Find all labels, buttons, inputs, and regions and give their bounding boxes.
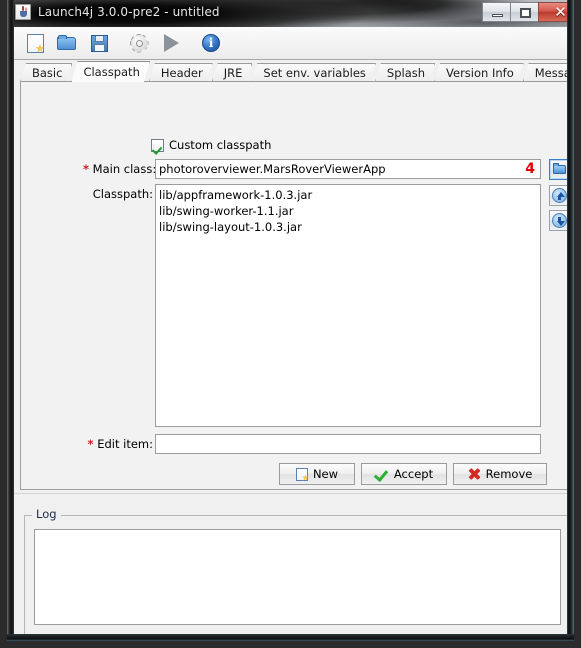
edit-item-input[interactable]	[155, 434, 541, 454]
tab-label: Messages	[534, 66, 579, 80]
edit-item-label: * Edit item:	[83, 437, 153, 451]
open-folder-icon	[57, 35, 77, 51]
maximize-button[interactable]	[510, 2, 539, 22]
close-icon: ✕	[554, 3, 567, 21]
custom-classpath-label: Custom classpath	[169, 138, 272, 152]
required-marker: *	[87, 437, 94, 451]
tab-jre[interactable]: JRE	[212, 63, 253, 82]
new-button[interactable]: New	[279, 463, 355, 485]
java-app-icon	[15, 4, 31, 20]
client-area: i Basic Classpath Header JRE Set env. va…	[14, 27, 581, 641]
save-config-button[interactable]	[86, 30, 112, 56]
tab-label: Splash	[386, 66, 426, 80]
checkbox-checked-icon	[151, 138, 164, 152]
tab-classpath[interactable]: Classpath	[71, 61, 149, 82]
build-settings-button[interactable]	[126, 30, 152, 56]
tab-label: JRE	[223, 66, 243, 80]
about-button[interactable]: i	[198, 30, 224, 56]
main-class-value: photoroverviewer.MarsRoverViewerApp	[159, 162, 386, 176]
tab-label: Set env. variables	[263, 66, 366, 80]
save-disk-icon	[90, 34, 108, 52]
tab-splash[interactable]: Splash	[375, 63, 435, 82]
move-up-button[interactable]	[549, 185, 570, 206]
close-button[interactable]: ✕	[538, 2, 574, 22]
tab-basic[interactable]: Basic	[20, 63, 72, 82]
window-controls: ✕	[482, 2, 574, 22]
log-textarea[interactable]	[34, 529, 561, 625]
remove-button-label: Remove	[485, 467, 533, 481]
split-divider[interactable]	[14, 493, 574, 500]
title-bar-left: Launch4j 3.0.0-pre2 - untitled	[15, 4, 220, 20]
tab-version-info[interactable]: Version Info	[434, 63, 524, 82]
new-file-icon	[26, 33, 44, 53]
tab-bar: Basic Classpath Header JRE Set env. vari…	[14, 61, 581, 82]
edit-item-label-text: Edit item:	[97, 437, 153, 451]
annotation-number: 4	[525, 161, 535, 177]
classpath-list[interactable]: lib/appframework-1.0.3.jar lib/swing-wor…	[155, 184, 541, 427]
info-icon: i	[202, 34, 220, 52]
tab-label: Header	[160, 66, 203, 80]
remove-x-icon	[468, 468, 481, 480]
new-file-icon	[295, 467, 308, 481]
gear-icon	[130, 34, 149, 53]
maximize-icon	[520, 8, 531, 18]
new-button-label: New	[312, 467, 339, 481]
toolbar: i	[14, 27, 574, 60]
required-marker: *	[83, 162, 90, 176]
folder-icon	[552, 163, 567, 175]
checkmark-icon	[375, 468, 389, 480]
main-class-input[interactable]: photoroverviewer.MarsRoverViewerApp 4	[155, 159, 541, 179]
tab-label: Version Info	[446, 66, 514, 80]
log-panel-title: Log	[32, 507, 61, 521]
window-title: Launch4j 3.0.0-pre2 - untitled	[38, 5, 220, 19]
arrow-up-icon	[552, 188, 567, 203]
run-button[interactable]	[158, 30, 184, 56]
custom-classpath-checkbox[interactable]: Custom classpath	[151, 138, 271, 152]
application-window: Launch4j 3.0.0-pre2 - untitled ✕ i Basic…	[0, 0, 581, 648]
list-item[interactable]: lib/appframework-1.0.3.jar	[159, 187, 540, 203]
play-icon	[163, 34, 179, 52]
minimize-icon	[492, 14, 503, 17]
window-border-left	[7, 0, 14, 641]
log-panel: Log	[24, 507, 571, 635]
tab-header[interactable]: Header	[149, 63, 213, 82]
classpath-tab-panel: Custom classpath * Main class: photorove…	[20, 81, 574, 490]
tab-label: Classpath	[83, 65, 140, 79]
classpath-label: Classpath:	[92, 187, 153, 201]
tab-messages[interactable]: Messages	[523, 63, 581, 82]
main-class-label-text: Main class:	[92, 162, 157, 176]
list-item[interactable]: lib/swing-worker-1.1.jar	[159, 203, 540, 219]
list-item[interactable]: lib/swing-layout-1.0.3.jar	[159, 219, 540, 235]
minimize-button[interactable]	[482, 2, 511, 22]
accept-button-label: Accept	[393, 467, 434, 481]
accept-button[interactable]: Accept	[361, 463, 447, 485]
remove-button[interactable]: Remove	[453, 463, 547, 485]
main-class-label: * Main class:	[83, 162, 156, 176]
browse-main-class-button[interactable]	[549, 159, 570, 180]
title-bar[interactable]: Launch4j 3.0.0-pre2 - untitled ✕	[7, 0, 574, 27]
tab-set-env-variables[interactable]: Set env. variables	[251, 63, 376, 82]
new-config-button[interactable]	[22, 30, 48, 56]
open-config-button[interactable]	[54, 30, 80, 56]
arrow-down-icon	[552, 213, 567, 228]
tab-label: Basic	[32, 66, 63, 80]
move-down-button[interactable]	[549, 210, 570, 231]
